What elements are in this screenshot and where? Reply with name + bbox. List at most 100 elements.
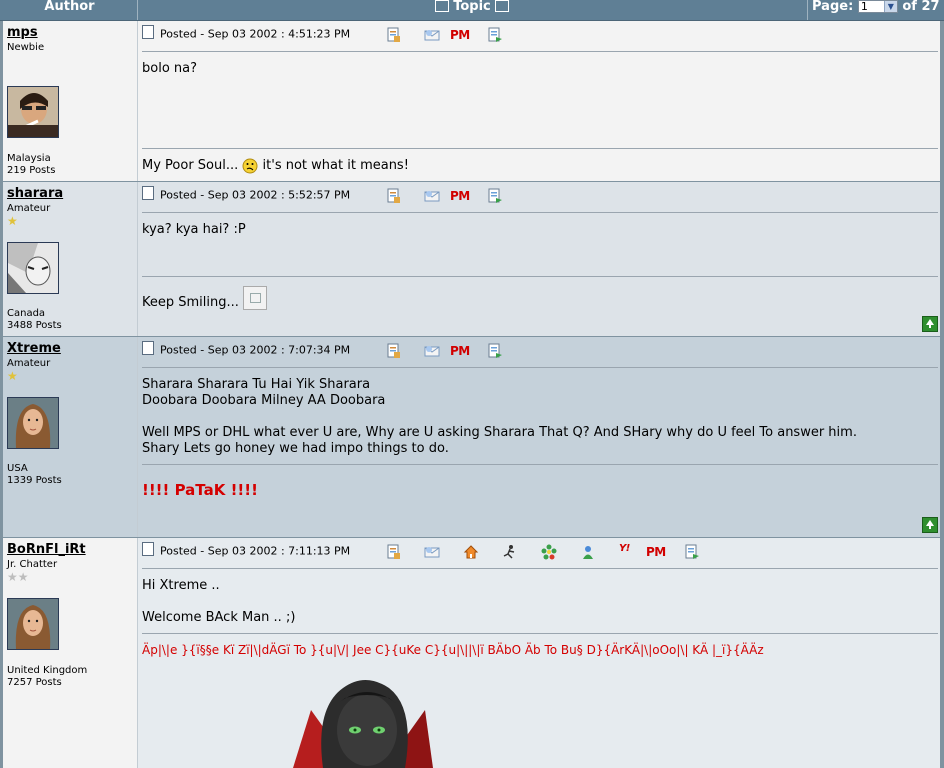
doc-icon	[142, 341, 154, 355]
avatar	[7, 86, 59, 138]
pm-icon[interactable]: PM	[450, 189, 470, 203]
profile-icon[interactable]	[386, 544, 402, 560]
author-location: Canada	[7, 308, 46, 319]
post-row: BoRnFl_iRt Jr. Chatter ★★ United Kingdom…	[3, 538, 940, 768]
author-location: USA	[7, 463, 28, 474]
author-rank: Amateur	[7, 358, 51, 369]
author-name[interactable]: mps	[7, 25, 38, 40]
page-select-value: 1	[860, 0, 868, 13]
post-row: sharara Amateur ★ Canada 3488 Posts Post…	[3, 182, 940, 336]
author-location: United Kingdom	[7, 665, 88, 676]
email-icon[interactable]	[424, 544, 440, 560]
divider	[142, 464, 938, 465]
signature: Äp|\|e }{ï§§e Kï Zï|\|dÄGï To }{u|\/| Je…	[142, 643, 764, 657]
post-row: mps Newbie Malaysia 219 Posts Posted - S…	[3, 21, 940, 181]
homepage-icon[interactable]	[463, 544, 479, 560]
go-top-icon[interactable]	[922, 316, 938, 332]
post-meta: Posted - Sep 03 2002 : 7:11:13 PM	[142, 542, 351, 560]
post-content: Posted - Sep 03 2002 : 7:07:34 PM PM Sha…	[138, 337, 940, 537]
email-icon[interactable]	[424, 188, 440, 204]
vampire-image	[293, 680, 433, 768]
post-row: Xtreme Amateur ★ USA 1339 Posts Posted -…	[3, 337, 940, 537]
pm-icon[interactable]: PM	[450, 344, 470, 358]
icq-icon[interactable]	[541, 544, 557, 560]
divider	[142, 51, 938, 52]
broken-image-icon	[243, 286, 268, 310]
author-post-count: 3488 Posts	[7, 320, 62, 331]
msn-icon[interactable]	[580, 544, 596, 560]
divider	[142, 276, 938, 277]
author-name[interactable]: Xtreme	[7, 341, 61, 356]
post-content: Posted - Sep 03 2002 : 4:51:23 PM PM bol…	[138, 21, 940, 181]
divider	[142, 367, 938, 368]
author-name[interactable]: sharara	[7, 186, 63, 201]
profile-icon[interactable]	[386, 27, 402, 43]
signature-text: Keep Smiling...	[142, 295, 239, 310]
post-content: Posted - Sep 03 2002 : 5:52:57 PM PM kya…	[138, 182, 940, 336]
author-post-count: 219 Posts	[7, 165, 56, 176]
signature: !!!! PaTaK !!!!	[142, 481, 258, 499]
doc-icon	[142, 542, 154, 556]
author-name[interactable]: BoRnFl_iRt	[7, 542, 86, 557]
next-topic-icon[interactable]	[494, 0, 509, 12]
topic-column-header: Topic	[138, 0, 806, 20]
divider	[142, 148, 938, 149]
divider	[142, 212, 938, 213]
post-meta: Posted - Sep 03 2002 : 7:07:34 PM	[142, 341, 351, 359]
post-meta: Posted - Sep 03 2002 : 4:51:23 PM	[142, 25, 351, 43]
rank-stars: ★	[7, 214, 18, 228]
page-label: Page:	[812, 0, 854, 14]
email-icon[interactable]	[424, 343, 440, 359]
author-panel: Xtreme Amateur ★ USA 1339 Posts	[3, 337, 138, 537]
divider	[142, 568, 938, 569]
author-panel: sharara Amateur ★ Canada 3488 Posts	[3, 182, 138, 336]
email-icon[interactable]	[424, 27, 440, 43]
rank-stars: ★	[7, 369, 18, 383]
author-post-count: 1339 Posts	[7, 475, 62, 486]
author-panel: mps Newbie Malaysia 219 Posts	[3, 21, 138, 181]
aim-icon[interactable]	[502, 544, 518, 560]
thread-header: Author Topic Page: 1 ▼ of 27	[0, 0, 944, 21]
post-date: Posted - Sep 03 2002 : 4:51:23 PM	[160, 27, 351, 41]
topic-label: Topic	[453, 0, 491, 14]
signature: Keep Smiling...	[142, 286, 268, 310]
post-content: Posted - Sep 03 2002 : 7:11:13 PM Y! PM …	[138, 538, 940, 768]
yahoo-icon[interactable]: Y!	[619, 543, 630, 554]
signature-text: My Poor Soul...	[142, 158, 239, 173]
go-top-icon[interactable]	[922, 517, 938, 533]
divider	[142, 633, 938, 634]
quote-icon[interactable]	[487, 343, 503, 359]
pm-icon[interactable]: PM	[450, 28, 470, 42]
quote-icon[interactable]	[487, 27, 503, 43]
quote-icon[interactable]	[487, 188, 503, 204]
prev-topic-icon[interactable]	[435, 0, 450, 12]
author-rank: Newbie	[7, 42, 45, 53]
profile-icon[interactable]	[386, 188, 402, 204]
post-meta: Posted - Sep 03 2002 : 5:52:57 PM	[142, 186, 351, 204]
quote-icon[interactable]	[684, 544, 700, 560]
post-date: Posted - Sep 03 2002 : 5:52:57 PM	[160, 188, 351, 202]
doc-icon	[142, 186, 154, 200]
avatar	[7, 598, 59, 650]
author-location: Malaysia	[7, 153, 51, 164]
avatar	[7, 397, 59, 449]
post-date: Posted - Sep 03 2002 : 7:07:34 PM	[160, 343, 351, 357]
chevron-down-icon: ▼	[883, 1, 897, 12]
signature: My Poor Soul... it's not what it means!	[142, 158, 409, 174]
pm-icon[interactable]: PM	[646, 545, 666, 559]
pagination: Page: 1 ▼ of 27	[807, 0, 944, 20]
avatar	[7, 242, 59, 294]
post-date: Posted - Sep 03 2002 : 7:11:13 PM	[160, 544, 351, 558]
author-post-count: 7257 Posts	[7, 677, 62, 688]
post-body: Sharara Sharara Tu Hai Yik Sharara Dooba…	[142, 377, 857, 456]
author-rank: Amateur	[7, 203, 51, 214]
forum-thread: Author Topic Page: 1 ▼ of 27 mps Newbie M…	[0, 0, 944, 768]
signature-text: it's not what it means!	[262, 158, 409, 173]
page-total: of 27	[902, 0, 940, 14]
page-select[interactable]: 1 ▼	[857, 0, 898, 13]
post-body: bolo na?	[142, 61, 198, 76]
doc-icon	[142, 25, 154, 39]
profile-icon[interactable]	[386, 343, 402, 359]
post-body: Hi Xtreme .. Welcome BAck Man .. ;)	[142, 578, 296, 625]
confused-smiley-icon	[242, 158, 258, 174]
